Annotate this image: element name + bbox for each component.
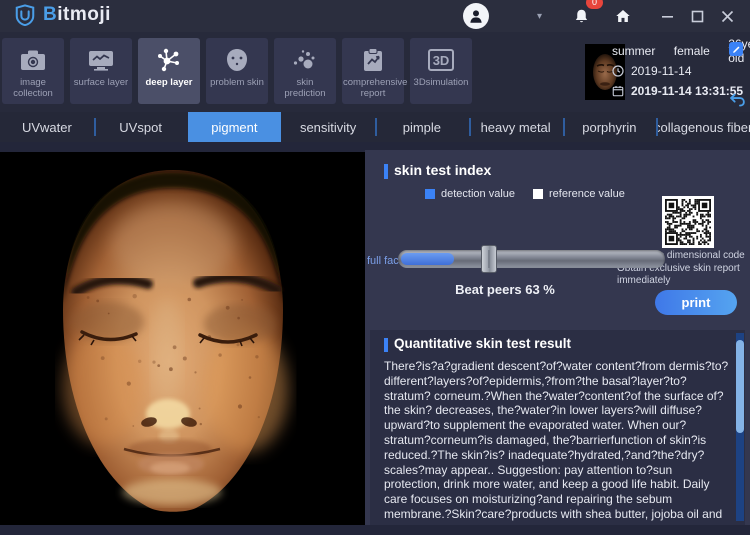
- window-maximize-button[interactable]: [682, 0, 712, 32]
- home-button[interactable]: [608, 0, 638, 32]
- toolbar-item-3d-simulation[interactable]: 3D 3Dsimulation: [410, 38, 472, 104]
- minimize-icon: [661, 10, 674, 23]
- tab-sensitivity[interactable]: sensitivity: [281, 112, 375, 142]
- tab-heavy-metal[interactable]: heavy metal: [469, 112, 563, 142]
- section-accent-bar: [384, 338, 388, 352]
- app-logo: Bitmoji: [14, 4, 111, 26]
- 3d-box-icon: 3D: [426, 45, 456, 75]
- scrollbar-thumb[interactable]: [736, 340, 744, 433]
- toolbar-item-skin-prediction[interactable]: skin prediction: [274, 38, 336, 104]
- notifications-button[interactable]: 0: [566, 0, 596, 32]
- clipboard-chart-icon: [360, 45, 386, 75]
- camera-icon: [19, 45, 47, 75]
- tab-collagenous-fiber[interactable]: collagenous fiber: [656, 112, 750, 142]
- scrollbar-track[interactable]: [736, 333, 744, 521]
- calendar-icon: [612, 85, 624, 97]
- qr-code: [662, 196, 714, 248]
- pencil-icon: [732, 45, 741, 54]
- full-face-slider[interactable]: [398, 250, 665, 268]
- window-close-button[interactable]: [712, 0, 742, 32]
- close-icon: [721, 10, 734, 23]
- tab-porphyrin[interactable]: porphyrin: [563, 112, 657, 142]
- face-image-panel: [0, 152, 365, 525]
- tab-uvspot[interactable]: UVspot: [94, 112, 188, 142]
- print-button[interactable]: print: [655, 290, 737, 315]
- bell-icon: [573, 8, 590, 25]
- edit-patient-button[interactable]: [729, 42, 743, 56]
- main-area: skin test index detection value referenc…: [0, 142, 750, 535]
- toolbar: image collection surface layer deep laye…: [0, 32, 750, 112]
- slider-handle[interactable]: [481, 245, 497, 273]
- patient-gender: female: [674, 44, 710, 58]
- reference-swatch: [533, 189, 543, 199]
- beat-peers-text: Beat peers 63 %: [415, 282, 595, 297]
- toolbar-item-comprehensive-report[interactable]: comprehensive report: [342, 38, 404, 104]
- notification-badge: 0: [586, 0, 603, 9]
- quantitative-result-panel: Quantitative skin test result There?is?a…: [370, 330, 745, 525]
- user-avatar[interactable]: [463, 3, 489, 29]
- window-minimize-button[interactable]: [652, 0, 682, 32]
- patient-datetime: 2019-11-14 13:31:55: [631, 84, 743, 98]
- dots-cluster-icon: [291, 45, 319, 75]
- toolbar-item-image-collection[interactable]: image collection: [2, 38, 64, 104]
- back-arrow-icon: [729, 92, 746, 107]
- home-icon: [614, 7, 632, 25]
- toolbar-item-deep-layer[interactable]: deep layer: [138, 38, 200, 104]
- section-accent-bar: [384, 164, 388, 179]
- dropdown-caret-icon[interactable]: ▾: [537, 11, 542, 22]
- monitor-wave-icon: [87, 45, 115, 75]
- toolbar-item-surface-layer[interactable]: surface layer: [70, 38, 132, 104]
- face-icon: [224, 45, 250, 75]
- patient-name: summer: [612, 44, 655, 58]
- clock-icon: [612, 65, 624, 77]
- titlebar: Bitmoji ▾ 0: [0, 0, 750, 32]
- quantitative-body: There?is?a?gradient descent?of?water con…: [384, 359, 729, 521]
- svg-text:3D: 3D: [433, 53, 450, 68]
- app-window: Bitmoji ▾ 0: [0, 0, 750, 535]
- quantitative-title: Quantitative skin test result: [394, 336, 571, 351]
- legend-reference: reference value: [533, 188, 625, 200]
- detection-value-bar: [401, 253, 454, 265]
- person-icon: [467, 7, 485, 25]
- toolbar-item-problem-skin[interactable]: problem skin: [206, 38, 268, 104]
- maximize-icon: [691, 10, 704, 23]
- app-logo-icon: [14, 4, 36, 26]
- legend-detection: detection value: [425, 188, 515, 200]
- molecule-network-icon: [155, 45, 183, 75]
- tab-pimple[interactable]: pimple: [375, 112, 469, 142]
- face-3d-render: [0, 152, 365, 525]
- analysis-tabbar: UVwater UVspot pigment sensitivity pimpl…: [0, 112, 750, 142]
- app-title: Bitmoji: [43, 4, 111, 26]
- tab-pigment[interactable]: pigment: [188, 112, 282, 142]
- legend: detection value reference value: [425, 188, 625, 200]
- skin-test-index-title: skin test index: [394, 162, 491, 178]
- return-button[interactable]: [729, 92, 746, 107]
- tab-uvwater[interactable]: UVwater: [0, 112, 94, 142]
- patient-date: 2019-11-14: [631, 64, 692, 78]
- detection-swatch: [425, 189, 435, 199]
- skin-test-panel: skin test index detection value referenc…: [365, 150, 750, 525]
